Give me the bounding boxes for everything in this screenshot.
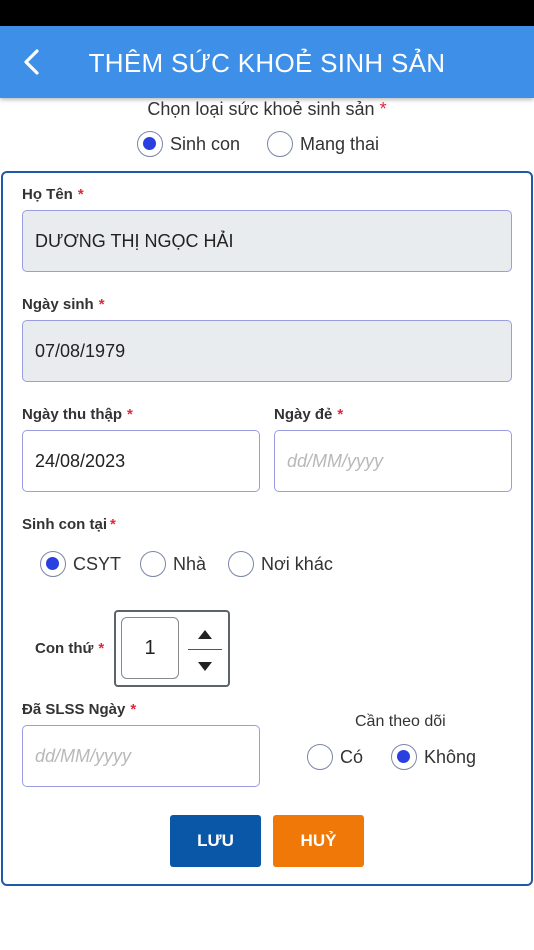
- type-select-label: Chọn loại sức khoẻ sinh sản *: [147, 99, 387, 119]
- child-order-input[interactable]: 1: [121, 617, 179, 679]
- slss-date-field[interactable]: dd/MM/yyyy: [22, 725, 260, 787]
- decrement-button[interactable]: [188, 652, 222, 680]
- child-order-label: Con thứ *: [35, 640, 105, 657]
- radio-noi-khac[interactable]: Nơi khác: [228, 551, 333, 577]
- increment-button[interactable]: [188, 620, 222, 648]
- triangle-up-icon: [198, 629, 212, 639]
- app-bar: THÊM SỨC KHOẺ SINH SẢN: [0, 26, 534, 98]
- radio-co[interactable]: Có: [307, 744, 363, 770]
- page-title: THÊM SỨC KHOẺ SINH SẢN: [88, 48, 446, 78]
- radio-sinh-con[interactable]: Sinh con: [137, 131, 240, 157]
- delivery-date-field[interactable]: dd/MM/yyyy: [274, 430, 512, 492]
- save-button[interactable]: LƯU: [170, 815, 261, 867]
- birth-date-label: Ngày sinh *: [22, 296, 105, 313]
- radio-selected-icon: [40, 551, 66, 577]
- radio-unselected-icon: [267, 131, 293, 157]
- follow-up-label: Cần theo dõi: [355, 713, 446, 730]
- birth-date-field[interactable]: 07/08/1979: [22, 320, 512, 382]
- stepper-divider: [188, 649, 222, 650]
- radio-mang-thai[interactable]: Mang thai: [267, 131, 379, 157]
- radio-unselected-icon: [228, 551, 254, 577]
- child-order-stepper: 1: [114, 610, 230, 687]
- required-mark: *: [379, 99, 387, 119]
- status-bar: [0, 0, 534, 26]
- collect-date-label: Ngày thu thập *: [22, 406, 133, 423]
- full-name-label: Họ Tên *: [22, 186, 84, 203]
- radio-selected-icon: [137, 131, 163, 157]
- birth-place-label: Sinh con tại *: [22, 516, 116, 533]
- slss-date-label: Đã SLSS Ngày *: [22, 701, 137, 718]
- full-name-field[interactable]: DƯƠNG THỊ NGỌC HẢI: [22, 210, 512, 272]
- radio-nha[interactable]: Nhà: [140, 551, 206, 577]
- radio-unselected-icon: [307, 744, 333, 770]
- radio-khong[interactable]: Không: [391, 744, 476, 770]
- cancel-button[interactable]: HUỶ: [273, 815, 364, 867]
- delivery-date-label: Ngày đẻ *: [274, 406, 344, 423]
- collect-date-field[interactable]: 24/08/2023: [22, 430, 260, 492]
- radio-unselected-icon: [140, 551, 166, 577]
- radio-selected-icon: [391, 744, 417, 770]
- radio-csyt[interactable]: CSYT: [40, 551, 121, 577]
- triangle-down-icon: [198, 661, 212, 671]
